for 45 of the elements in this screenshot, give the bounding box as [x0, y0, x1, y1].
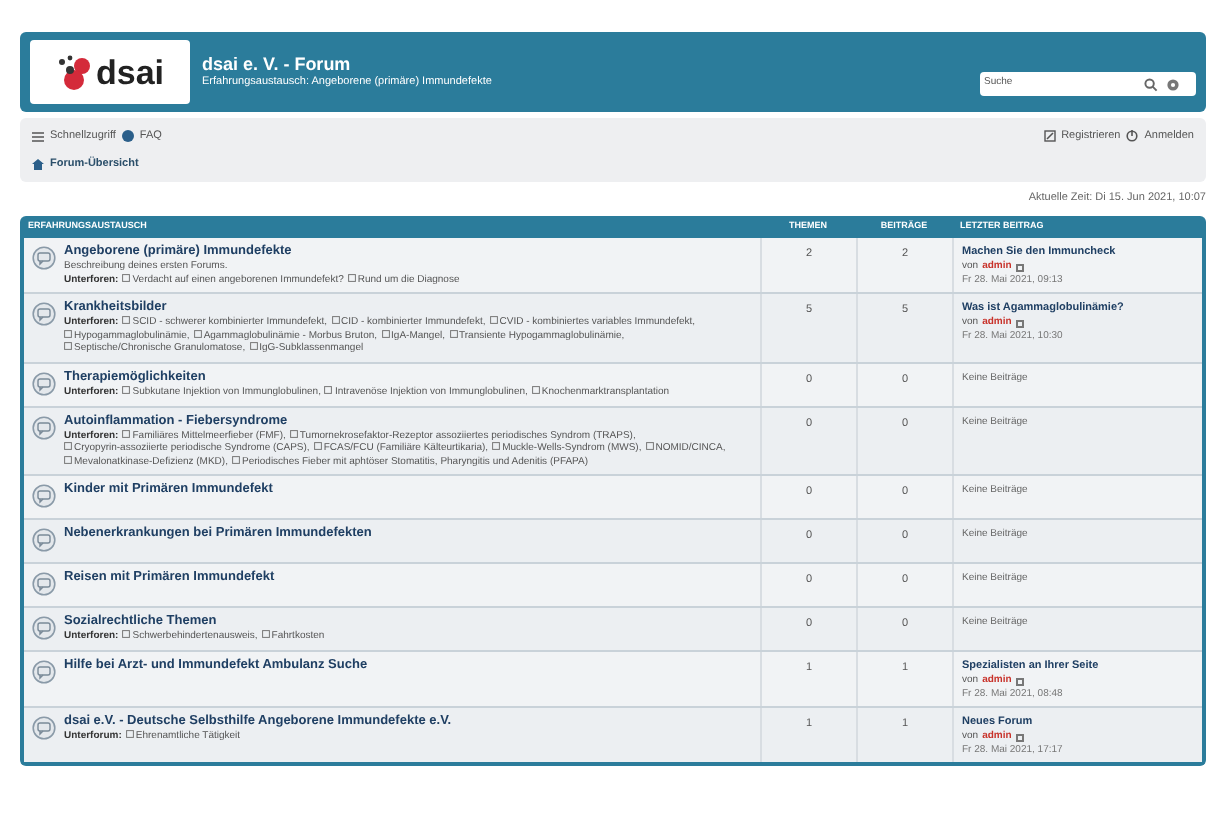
settings-icon[interactable] [1166, 77, 1180, 91]
subforum-icon [125, 730, 134, 739]
subforum-icon [531, 385, 540, 394]
jump-icon[interactable] [1015, 677, 1024, 685]
logo-text: dsai [95, 55, 165, 89]
subforum-icon [231, 455, 240, 464]
forum-icon [32, 371, 56, 396]
logo[interactable]: dsai [30, 40, 190, 104]
forum-icon [32, 528, 56, 553]
logo-mark-icon [55, 52, 92, 92]
subforum-icon [249, 342, 258, 351]
forum-icon [32, 716, 56, 741]
subforum-icon [381, 329, 390, 338]
subforum-icon [449, 329, 457, 338]
edit-icon [1043, 130, 1056, 143]
subforum-icon [331, 316, 339, 325]
forum-icon [32, 484, 56, 509]
subforum-icon [289, 429, 298, 438]
subforum-icon [313, 442, 322, 451]
subforum-icon [492, 442, 501, 451]
subforum-icon [122, 273, 131, 282]
home-icon [32, 158, 44, 171]
forum-icon [32, 415, 56, 440]
forum-icon [32, 302, 56, 327]
forum-icon [32, 660, 56, 685]
subforum-icon [324, 385, 333, 394]
subforum-icon [122, 316, 131, 325]
forum-icon [32, 616, 56, 641]
subforum-icon [261, 630, 270, 639]
subforum-icon [193, 329, 202, 338]
subforum-icon [122, 429, 131, 438]
forum-icon [32, 572, 56, 597]
jump-icon[interactable] [1015, 319, 1024, 327]
power-icon [1126, 130, 1139, 143]
subforum-icon [122, 385, 131, 394]
menu-icon [32, 131, 44, 142]
subforum-icon [645, 442, 654, 451]
subforum-icon [122, 630, 131, 639]
forum-icon [32, 246, 56, 271]
search-icon[interactable] [1144, 77, 1158, 91]
site-title[interactable]: dsai e. V. - Forum [202, 54, 968, 76]
subforum-icon [489, 316, 498, 325]
jump-icon[interactable] [1015, 263, 1024, 271]
subforum-icon [347, 273, 356, 282]
jump-icon[interactable] [1015, 733, 1024, 741]
